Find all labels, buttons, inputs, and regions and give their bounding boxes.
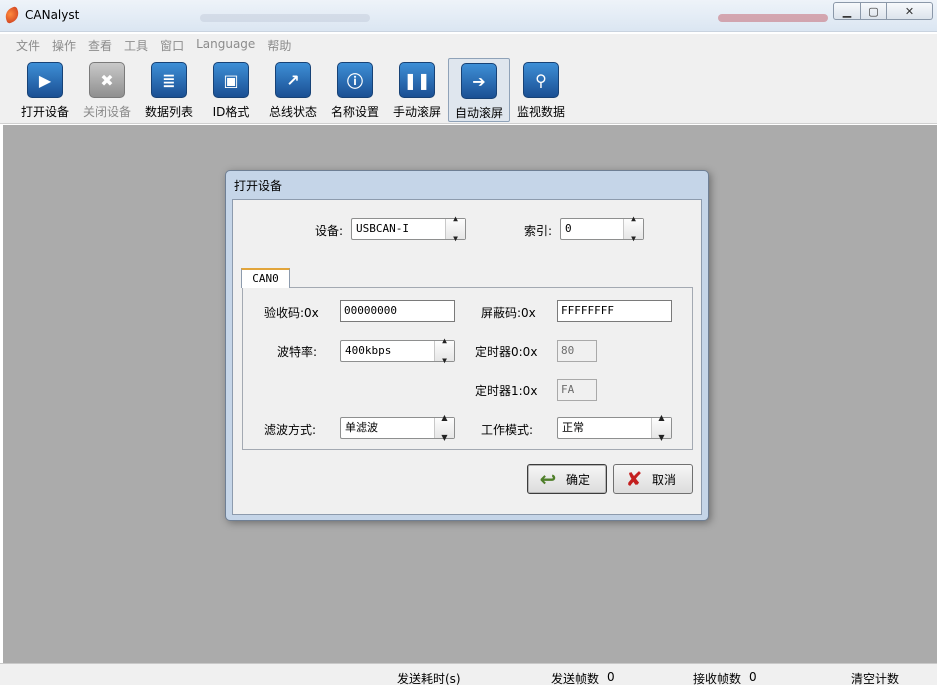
timer0-label: 定时器0:0x	[475, 345, 538, 359]
menu-window[interactable]: 窗口	[154, 34, 190, 56]
tool-label: 打开设备	[20, 105, 69, 119]
id-format-icon: ▣	[213, 62, 249, 98]
work-mode-select[interactable]: 正常 ▲ ▼	[557, 413, 672, 442]
auto-scroll-button[interactable]: ➔ 自动滚屏	[448, 58, 510, 122]
device-select-value: USBCAN-I	[356, 222, 409, 235]
ok-button[interactable]: ↩ 确定	[527, 464, 607, 494]
baud-rate-select[interactable]: 400kbps ▲ ▼	[340, 336, 455, 365]
title-bar: CANalyst ▁ ▢ ✕	[0, 0, 937, 32]
filter-mode-label: 滤波方式:	[264, 423, 317, 437]
close-device-button[interactable]: ✖ 关闭设备	[76, 58, 138, 122]
maximize-button[interactable]: ▢	[861, 2, 887, 20]
pause-icon: ❚❚	[399, 62, 435, 98]
send-frames-value: 0	[607, 670, 615, 684]
recv-frames-label: 接收帧数	[693, 672, 742, 685]
minimize-button[interactable]: ▁	[833, 2, 861, 20]
manual-scroll-button[interactable]: ❚❚ 手动滚屏	[386, 58, 448, 122]
title-bar-blur	[200, 14, 370, 22]
mask-code-input[interactable]: FFFFFFFF	[557, 300, 672, 322]
menu-language[interactable]: Language	[190, 34, 261, 56]
filter-mode-select[interactable]: 单滤波 ▲ ▼	[340, 413, 455, 442]
tool-label: 自动滚屏	[454, 106, 503, 120]
filter-mode-value: 单滤波	[345, 421, 378, 434]
send-frames-label: 发送帧数	[551, 672, 600, 685]
baud-rate-label: 波特率:	[277, 345, 318, 359]
device-select[interactable]: USBCAN-I ▲ ▼	[351, 214, 466, 243]
tool-label: 手动滚屏	[392, 105, 441, 119]
name-settings-button[interactable]: ⓘ 名称设置	[324, 58, 386, 122]
red-x-icon: ✘	[625, 467, 643, 491]
app-logo-icon	[3, 6, 21, 24]
ok-button-label: 确定	[566, 472, 591, 487]
menu-operate[interactable]: 操作	[46, 34, 82, 56]
acceptance-code-label: 验收码:0x	[264, 306, 319, 320]
tool-label: 名称设置	[330, 105, 379, 119]
mask-code-label: 屏蔽码:0x	[481, 306, 536, 320]
send-time-label: 发送耗时(s)	[397, 672, 461, 685]
bus-status-button[interactable]: ↗ 总线状态	[262, 58, 324, 122]
enter-arrow-icon: ↩	[539, 467, 557, 491]
index-label: 索引:	[524, 224, 553, 238]
device-label: 设备:	[315, 224, 344, 238]
status-bar: 发送耗时(s) 发送帧数 0 接收帧数 0 清空计数	[0, 663, 937, 685]
chart-icon: ↗	[275, 62, 311, 98]
dialog-title: 打开设备	[234, 179, 283, 193]
updown-arrow-icon: ▲ ▼	[434, 413, 454, 442]
data-list-button[interactable]: ≣ 数据列表	[138, 58, 200, 122]
menu-tools[interactable]: 工具	[118, 34, 154, 56]
tool-label: ID格式	[212, 105, 250, 119]
updown-arrow-icon: ▲ ▼	[434, 336, 454, 365]
menu-file[interactable]: 文件	[10, 34, 46, 56]
minimize-icon: ▁	[842, 4, 852, 18]
tab-can0[interactable]: CAN0	[241, 268, 290, 288]
close-icon: ✕	[904, 4, 915, 18]
timer1-input: FA	[557, 379, 597, 401]
title-bar-blur	[718, 14, 828, 22]
tool-label: 关闭设备	[82, 105, 131, 119]
window-title: CANalyst	[25, 8, 80, 22]
monitor-data-button[interactable]: ⚲ 监视数据	[510, 58, 572, 122]
updown-arrow-icon: ▲ ▼	[445, 214, 465, 243]
play-icon: ▶	[27, 62, 63, 98]
tool-label: 总线状态	[268, 105, 317, 119]
menu-help[interactable]: 帮助	[261, 34, 297, 56]
updown-arrow-icon: ▲ ▼	[651, 413, 671, 442]
database-icon: ≣	[151, 62, 187, 98]
search-icon: ⚲	[523, 62, 559, 98]
maximize-icon: ▢	[868, 4, 879, 18]
work-mode-value: 正常	[562, 421, 584, 434]
id-format-button[interactable]: ▣ ID格式	[200, 58, 262, 122]
index-select[interactable]: 0 ▲ ▼	[560, 214, 644, 243]
menu-bar: 文件 操作 查看 工具 窗口 Language 帮助	[0, 34, 937, 56]
close-icon: ✖	[89, 62, 125, 98]
cancel-button-label: 取消	[652, 472, 677, 487]
recv-frames-value: 0	[749, 670, 757, 684]
timer0-input: 80	[557, 340, 597, 362]
tool-label: 数据列表	[144, 105, 193, 119]
acceptance-code-input[interactable]: 00000000	[340, 300, 455, 322]
index-select-value: 0	[565, 222, 572, 235]
updown-arrow-icon: ▲ ▼	[623, 214, 643, 243]
timer1-label: 定时器1:0x	[475, 384, 538, 398]
info-bubble-icon: ⓘ	[337, 62, 373, 98]
cancel-button[interactable]: ✘ 取消	[613, 464, 693, 494]
arrow-right-icon: ➔	[461, 63, 497, 99]
baud-rate-value: 400kbps	[345, 344, 392, 357]
open-device-button[interactable]: ▶ 打开设备	[14, 58, 76, 122]
tool-label: 监视数据	[516, 105, 565, 119]
menu-view[interactable]: 查看	[82, 34, 118, 56]
window-controls: ▁ ▢ ✕	[833, 2, 933, 20]
close-window-button[interactable]: ✕	[887, 2, 933, 20]
work-mode-label: 工作模式:	[481, 423, 534, 437]
toolbar: ▶ 打开设备 ✖ 关闭设备 ≣ 数据列表 ▣ ID格式 ↗ 总线状态 ⓘ 名称设…	[0, 56, 937, 124]
clear-count-button[interactable]: 清空计数	[851, 670, 899, 685]
